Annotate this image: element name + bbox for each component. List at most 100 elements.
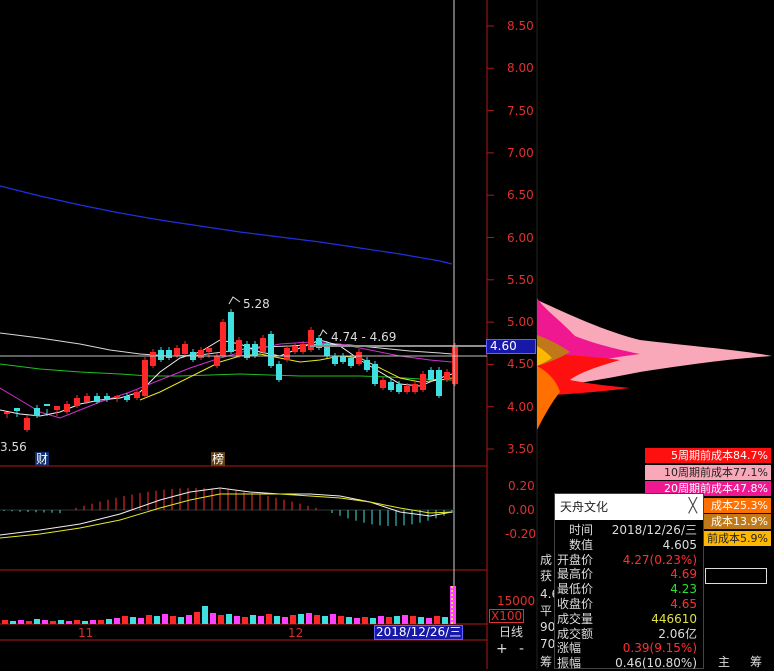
zoom-out-button[interactable]: - <box>519 642 524 656</box>
volume-bar <box>362 617 368 624</box>
tooltip-value: 4.605 <box>662 537 697 552</box>
event-marker-cai[interactable]: 财 <box>35 452 50 466</box>
volume-bar <box>82 621 88 624</box>
candle-body <box>404 386 410 392</box>
candle-body <box>452 346 458 384</box>
period-label[interactable]: 日线 <box>499 625 523 639</box>
side-label-huo: 获 <box>540 569 553 583</box>
candle-body <box>268 334 274 366</box>
price-tick-label: 6.50 <box>507 188 534 203</box>
volume-bar <box>258 616 264 624</box>
volume-bar <box>74 620 80 624</box>
candle-body <box>276 364 282 380</box>
candle-body <box>236 340 242 356</box>
volume-bar <box>154 616 160 624</box>
candle-body <box>174 348 180 356</box>
candle-body <box>34 408 40 416</box>
range-annotation: 4.74 - 4.69 <box>331 330 397 344</box>
candle-body <box>150 352 156 366</box>
candle-body <box>198 350 204 358</box>
candle-body <box>412 384 418 392</box>
tooltip-value: 446610 <box>651 611 697 626</box>
price-tick-label: 7.00 <box>507 145 534 160</box>
volume-bar <box>162 614 168 624</box>
candle-body <box>444 372 450 380</box>
macd-tick-neg: -0.20 <box>505 527 537 541</box>
volume-bar <box>314 615 320 624</box>
volume-histogram <box>2 586 456 624</box>
volume-bar <box>434 616 440 624</box>
ma-long-line <box>0 185 453 265</box>
candle-body <box>4 412 10 414</box>
close-icon[interactable]: ╳ <box>689 498 697 514</box>
candle-body <box>124 396 130 400</box>
range-pointer <box>319 329 328 337</box>
tab-zhu[interactable]: 主 <box>718 655 730 669</box>
cost-legend-item: 5周期前成本84.7% <box>645 448 771 463</box>
side-label-chou[interactable]: 筹 <box>540 655 552 669</box>
quote-tooltip: 天舟文化 ╳ 时间 2018/12/26/三 数值 4.605 开盘价 4.27(0.23… <box>554 493 704 670</box>
side-label-90: 90 <box>540 620 556 634</box>
volume-bar <box>90 620 96 624</box>
volume-bar <box>98 620 104 624</box>
tooltip-row: 成交量 446610 <box>555 612 703 627</box>
event-marker-bang[interactable]: 榜 <box>211 452 226 466</box>
volume-bar <box>306 613 312 624</box>
volume-bar <box>442 617 448 624</box>
volume-bar <box>234 616 240 624</box>
price-tick-label: 8.50 <box>507 19 534 33</box>
tooltip-row: 涨幅 0.39(9.15%) <box>555 641 703 656</box>
date-month-11: 11 <box>78 626 94 640</box>
price-tick-label: 6.00 <box>507 230 534 245</box>
current-price-value: 4.60 <box>490 339 517 353</box>
candle-body <box>380 380 386 388</box>
candle-body <box>142 360 148 396</box>
candle-body <box>214 356 220 366</box>
tooltip-row: 开盘价 4.27(0.23%) <box>555 553 703 568</box>
price-tick-label: 5.50 <box>507 272 534 287</box>
volume-bar <box>122 616 128 624</box>
tooltip-row: 收盘价 4.65 <box>555 597 703 612</box>
volume-bar <box>346 617 352 624</box>
volume-bar <box>386 617 392 624</box>
volume-bar <box>354 618 360 624</box>
volume-bar <box>418 617 424 624</box>
volume-bar <box>226 614 232 624</box>
volume-bar <box>370 618 376 624</box>
candle-body <box>14 408 20 411</box>
candle-body <box>356 352 362 364</box>
zoom-in-button[interactable]: + <box>496 642 508 656</box>
volume-bar <box>298 614 304 624</box>
volume-bar <box>242 617 248 624</box>
tooltip-key: 收盘价 <box>557 597 594 611</box>
volume-bar <box>410 616 416 624</box>
candle-body <box>94 396 100 402</box>
low-annotation: 3.56 <box>0 440 27 454</box>
volume-bar <box>26 621 32 624</box>
macd-tick-zero: 0.00 <box>508 503 535 517</box>
tooltip-value: 4.27(0.23%) <box>622 552 697 567</box>
price-tick-label: 5.00 <box>507 315 534 330</box>
tooltip-value: 4.23 <box>670 582 697 597</box>
candle-body <box>332 356 338 364</box>
tooltip-title: 天舟文化 <box>555 494 703 520</box>
volume-bar <box>10 621 16 624</box>
volume-bar <box>322 616 328 624</box>
volume-bar <box>394 616 400 624</box>
candle-body <box>364 360 370 370</box>
candle-body <box>428 370 434 380</box>
tooltip-row: 最高价 4.69 <box>555 567 703 582</box>
volume-bar <box>178 617 184 624</box>
tooltip-key: 数值 <box>569 537 594 552</box>
candle-body <box>64 404 70 412</box>
volume-bar <box>170 616 176 624</box>
volume-bar <box>290 615 296 624</box>
volume-bar <box>130 617 136 624</box>
tooltip-row: 数值 4.605 <box>555 538 703 553</box>
tab-chou[interactable]: 筹 <box>750 655 762 669</box>
volume-bar <box>18 620 24 624</box>
candle-body <box>284 348 290 360</box>
candle-body <box>182 344 188 354</box>
candle-body <box>158 350 164 360</box>
volume-bar <box>250 615 256 624</box>
